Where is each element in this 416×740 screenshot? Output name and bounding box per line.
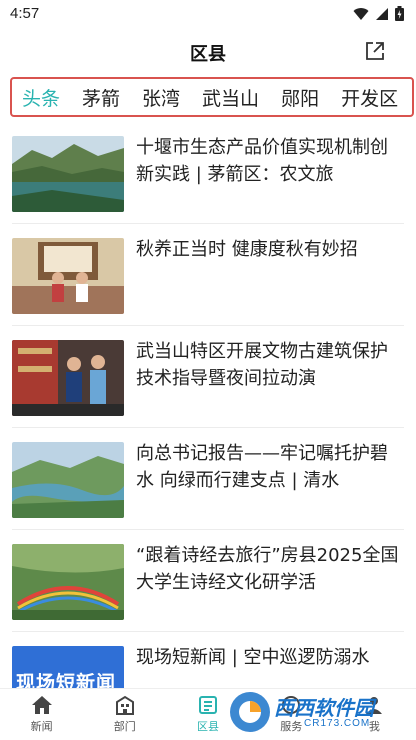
- wifi-icon: [353, 7, 369, 20]
- news-title: 向总书记报告——牢记嘱托护碧水 向绿而行建支点 | 清水: [136, 443, 388, 491]
- news-title: 武当山特区开展文物古建筑保护技术指导暨夜间拉动演: [136, 341, 388, 389]
- news-title: 秋养正当时 健康度秋有妙招: [136, 239, 358, 260]
- tab-toutiao[interactable]: 头条: [22, 84, 60, 111]
- news-thumbnail: [12, 136, 124, 212]
- news-thumbnail: [12, 238, 124, 314]
- tabbar-label: 部门: [113, 720, 136, 733]
- news-thumbnail: [12, 442, 124, 518]
- watermark-logo: 西西软件园 CR173.COM: [228, 688, 398, 736]
- news-item[interactable]: “跟着诗经去旅行”房县2025全国大学生诗经文化研学活: [12, 530, 404, 632]
- tab-wudangshan[interactable]: 武当山: [202, 84, 259, 111]
- tabbar-item-department[interactable]: 部门: [83, 689, 166, 740]
- news-title: “跟着诗经去旅行”房县2025全国大学生诗经文化研学活: [136, 545, 399, 593]
- building-icon: [115, 695, 134, 715]
- news-item[interactable]: 向总书记报告——牢记嘱托护碧水 向绿而行建支点 | 清水: [12, 428, 404, 530]
- watermark-text: 西西软件园: [274, 696, 374, 720]
- tab-yunyang[interactable]: 郧阳: [281, 84, 319, 111]
- tabbar-label: 新闻: [30, 720, 53, 733]
- news-title: 十堰市生态产品价值实现机制创新实践 | 茅箭区：农文旅: [136, 137, 388, 185]
- battery-icon: [395, 6, 404, 21]
- status-icons: [353, 6, 404, 21]
- tab-kaifaqu[interactable]: 开发区: [341, 84, 398, 111]
- tab-zhangwan[interactable]: 张湾: [142, 84, 180, 111]
- tab-maojian[interactable]: 茅箭: [82, 84, 120, 111]
- home-icon: [31, 696, 52, 714]
- tabbar-label: 区县: [197, 720, 219, 733]
- status-bar: 4:57: [0, 0, 416, 30]
- news-item[interactable]: 武当山特区开展文物古建筑保护技术指导暨夜间拉动演: [12, 326, 404, 428]
- news-item[interactable]: 秋养正当时 健康度秋有妙招: [12, 224, 404, 326]
- news-thumbnail: [12, 340, 124, 416]
- page-title: 区县: [190, 44, 226, 65]
- status-time: 4:57: [10, 5, 40, 22]
- signal-icon: [376, 7, 388, 20]
- news-thumbnail: [12, 544, 124, 620]
- header: 区县: [0, 30, 416, 74]
- channel-tabs: 头条 茅箭 张湾 武当山 郧阳 开发区: [10, 77, 414, 117]
- news-item[interactable]: 十堰市生态产品价值实现机制创新实践 | 茅箭区：农文旅: [12, 122, 404, 224]
- watermark-url: CR173.COM: [304, 718, 371, 729]
- share-icon[interactable]: [364, 40, 386, 62]
- county-icon: [199, 696, 217, 714]
- tabbar-item-news[interactable]: 新闻: [0, 689, 83, 740]
